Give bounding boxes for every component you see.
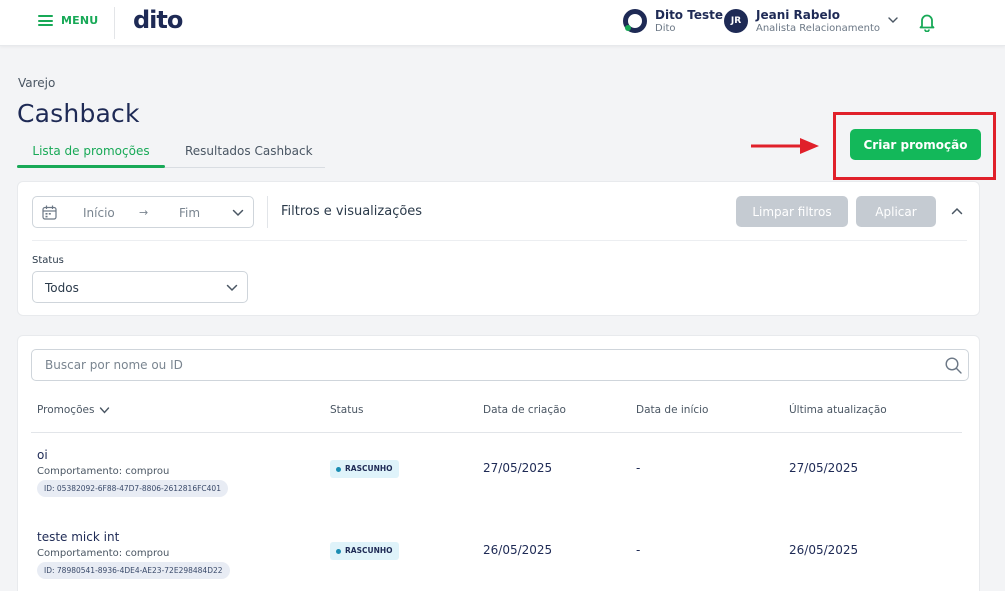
column-header-data-de-criacao: Data de criação [483,404,566,416]
date-end-placeholder: Fim [179,206,201,220]
header-divider [114,7,115,39]
column-header-data-de-inicio: Data de início [636,404,709,416]
dito-logo[interactable]: dito [133,6,183,34]
created-date: 26/05/2025 [483,543,553,557]
chevron-down-icon [226,284,238,292]
chevron-down-icon[interactable] [887,14,899,26]
breadcrumb: Varejo [18,76,56,90]
create-promotion-button[interactable]: Criar promoção [850,129,981,160]
date-start-placeholder: Início [83,206,115,220]
org-avatar [623,9,647,33]
start-date: - [636,461,641,475]
status-badge-label: RASCUNHO [345,464,393,473]
promotions-list-card: Promoções Status Data de criação Data de… [17,335,980,591]
user-menu[interactable]: JR Jeani Rabelo Analista Relacionamento [724,9,880,36]
start-date: - [636,543,641,557]
user-name: Jeani Rabelo [756,8,840,22]
top-header: MENU dito Dito Teste Dito JR Jeani Rabel… [0,0,1005,46]
status-select-value: Todos [45,281,79,295]
status-dot-icon [336,466,341,472]
bell-icon[interactable] [918,12,936,32]
column-header-status: Status [330,404,364,416]
search-box [31,349,969,381]
page-title: Cashback [17,99,140,128]
org-name: Dito Teste [655,8,723,22]
hamburger-icon [38,15,53,26]
apply-button[interactable]: Aplicar [856,196,936,227]
user-role: Analista Relacionamento [756,23,880,34]
filters-title: Filtros e visualizações [281,204,423,219]
status-filter-label: Status [32,255,64,266]
org-subtitle: Dito [655,23,676,34]
search-input[interactable] [32,350,932,380]
arrow-right-icon: → [139,206,149,219]
promotion-behavior: Comportamento: comprou [37,466,170,477]
promotion-id-pill: ID: 78980541-8936-4DE4-AE23-72E298484D22 [37,562,230,579]
column-header-ultima-atualizacao: Última atualização [789,404,887,416]
promotion-id-pill: ID: 05382092-6F88-47D7-8806-2612816FC401 [37,480,228,497]
tab-resultados-cashback[interactable]: Resultados Cashback [185,144,313,158]
created-date: 27/05/2025 [483,461,553,475]
filters-separator [32,240,967,241]
table-header-divider [31,432,962,433]
menu-button[interactable]: MENU [38,14,98,27]
status-badge: RASCUNHO [330,542,399,560]
chevron-down-icon [100,406,110,414]
status-dot-icon [336,548,341,554]
table-row[interactable]: teste mick int Comportamento: comprou ID… [18,530,981,591]
table-row[interactable]: oi Comportamento: comprou ID: 05382092-6… [18,448,981,530]
tab-lista-de-promocoes[interactable]: Lista de promoções [17,144,165,168]
status-badge-label: RASCUNHO [345,546,393,555]
search-icon[interactable] [945,357,962,374]
status-badge: RASCUNHO [330,460,399,478]
filters-card: Início → Fim Filtros e visualizações Lim… [17,181,980,316]
chevron-up-icon[interactable] [951,206,963,216]
filters-divider [267,196,268,228]
clear-filters-button[interactable]: Limpar filtros [736,196,848,227]
menu-label: MENU [61,14,99,27]
date-range-picker[interactable]: Início → Fim [32,196,254,228]
promotion-name[interactable]: oi [37,448,48,462]
status-select[interactable]: Todos [32,271,248,303]
updated-date: 26/05/2025 [789,543,859,557]
avatar: JR [724,9,748,33]
org-switcher[interactable]: Dito Teste Dito [623,9,723,36]
column-header-label: Promoções [37,404,95,416]
updated-date: 27/05/2025 [789,461,859,475]
promotion-behavior: Comportamento: comprou [37,548,170,559]
annotation-arrow [751,138,819,154]
chevron-down-icon [232,209,244,217]
tab-bar: Lista de promoções Resultados Cashback [17,140,325,168]
promotion-name[interactable]: teste mick int [37,530,119,544]
calendar-icon [42,205,57,220]
logo-text: dito [133,6,183,34]
column-header-promocoes[interactable]: Promoções [37,404,110,416]
